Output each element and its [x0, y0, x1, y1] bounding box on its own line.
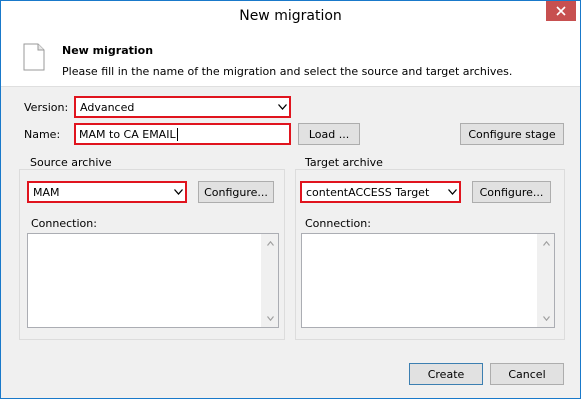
title-bar: New migration: [1, 1, 580, 32]
source-configure-button[interactable]: Configure...: [198, 181, 274, 203]
scroll-down-icon[interactable]: [539, 310, 554, 326]
name-label: Name:: [24, 128, 61, 141]
target-connection-scrollbar[interactable]: [537, 234, 554, 327]
header-title: New migration: [62, 44, 154, 57]
target-connection-label: Connection:: [305, 217, 371, 230]
close-icon: [556, 6, 566, 16]
close-button[interactable]: [546, 1, 576, 21]
scroll-up-icon[interactable]: [263, 235, 278, 251]
chevron-down-icon: [171, 189, 185, 195]
new-migration-dialog: New migration New migration Please fill …: [0, 0, 581, 399]
document-icon: [23, 43, 45, 71]
create-button[interactable]: Create: [409, 363, 483, 385]
chevron-down-icon: [275, 104, 289, 110]
version-label: Version:: [24, 101, 69, 114]
target-archive-select[interactable]: contentACCESS Target: [300, 181, 461, 203]
text-caret: [176, 127, 178, 141]
window-title: New migration: [239, 8, 342, 24]
version-select[interactable]: Advanced: [74, 96, 291, 118]
configure-stage-button[interactable]: Configure stage: [460, 123, 564, 145]
source-archive-select[interactable]: MAM: [27, 181, 187, 203]
source-archive-title: Source archive: [27, 156, 115, 169]
load-button[interactable]: Load ...: [298, 123, 360, 145]
chevron-down-icon: [445, 189, 459, 195]
scroll-down-icon[interactable]: [263, 310, 278, 326]
name-field[interactable]: MAM to CA EMAIL: [74, 123, 291, 145]
header-description: Please fill in the name of the migration…: [62, 65, 513, 78]
source-archive-value: MAM: [33, 185, 60, 199]
scroll-up-icon[interactable]: [539, 235, 554, 251]
version-select-value: Advanced: [80, 100, 135, 114]
target-archive-value: contentACCESS Target: [306, 185, 430, 199]
dialog-header: New migration Please fill in the name of…: [1, 32, 580, 87]
target-configure-button[interactable]: Configure...: [472, 181, 551, 203]
target-archive-title: Target archive: [302, 156, 386, 169]
name-field-value: MAM to CA EMAIL: [79, 127, 176, 141]
source-connection-textarea[interactable]: [27, 233, 279, 328]
source-connection-scrollbar[interactable]: [261, 234, 278, 327]
source-connection-label: Connection:: [31, 217, 97, 230]
target-connection-textarea[interactable]: [301, 233, 555, 328]
cancel-button[interactable]: Cancel: [490, 363, 564, 385]
